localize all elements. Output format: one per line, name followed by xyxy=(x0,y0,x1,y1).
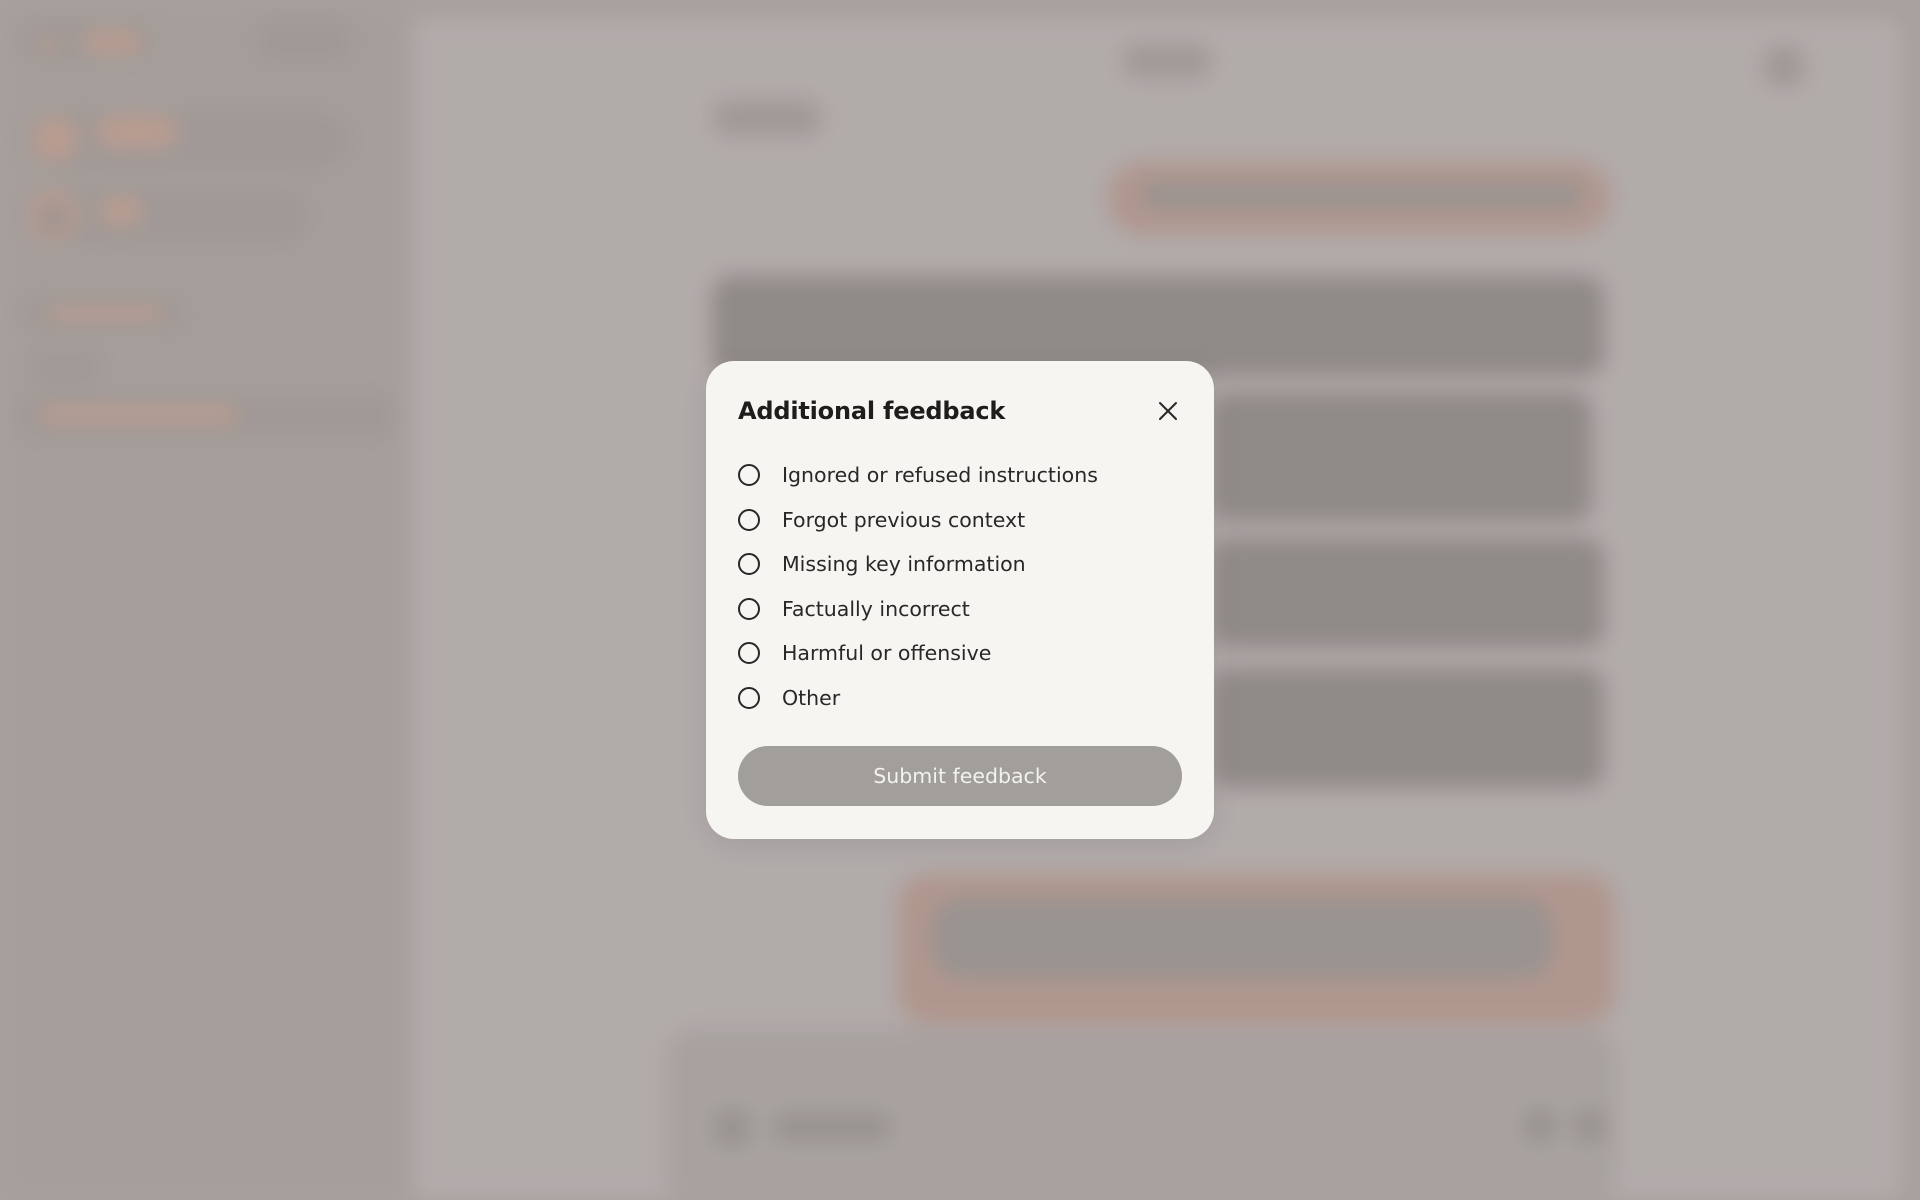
dialog-header: Additional feedback xyxy=(738,393,1182,429)
close-icon xyxy=(1159,402,1177,420)
option-other[interactable]: Other xyxy=(738,676,1182,721)
radio-button[interactable] xyxy=(738,642,760,665)
option-label: Missing key information xyxy=(782,552,1026,577)
radio-button[interactable] xyxy=(738,464,760,487)
option-label: Harmful or offensive xyxy=(782,641,992,666)
radio-button[interactable] xyxy=(738,508,760,531)
submit-feedback-button[interactable]: Submit feedback xyxy=(738,746,1182,806)
option-label: Ignored or refused instructions xyxy=(782,463,1098,488)
option-label: Other xyxy=(782,685,841,710)
feedback-dialog: Additional feedback Ignored or refused i… xyxy=(706,361,1214,839)
radio-button[interactable] xyxy=(738,597,760,620)
radio-button[interactable] xyxy=(738,553,760,576)
dialog-title: Additional feedback xyxy=(738,397,1006,425)
radio-button[interactable] xyxy=(738,686,760,709)
option-forgot-context[interactable]: Forgot previous context xyxy=(738,498,1182,543)
option-label: Factually incorrect xyxy=(782,596,970,621)
feedback-options: Ignored or refused instructions Forgot p… xyxy=(738,453,1182,720)
close-button[interactable] xyxy=(1150,393,1186,429)
option-harmful-offensive[interactable]: Harmful or offensive xyxy=(738,631,1182,676)
option-missing-information[interactable]: Missing key information xyxy=(738,542,1182,587)
option-ignored-instructions[interactable]: Ignored or refused instructions xyxy=(738,453,1182,498)
option-label: Forgot previous context xyxy=(782,507,1026,532)
option-factually-incorrect[interactable]: Factually incorrect xyxy=(738,587,1182,632)
